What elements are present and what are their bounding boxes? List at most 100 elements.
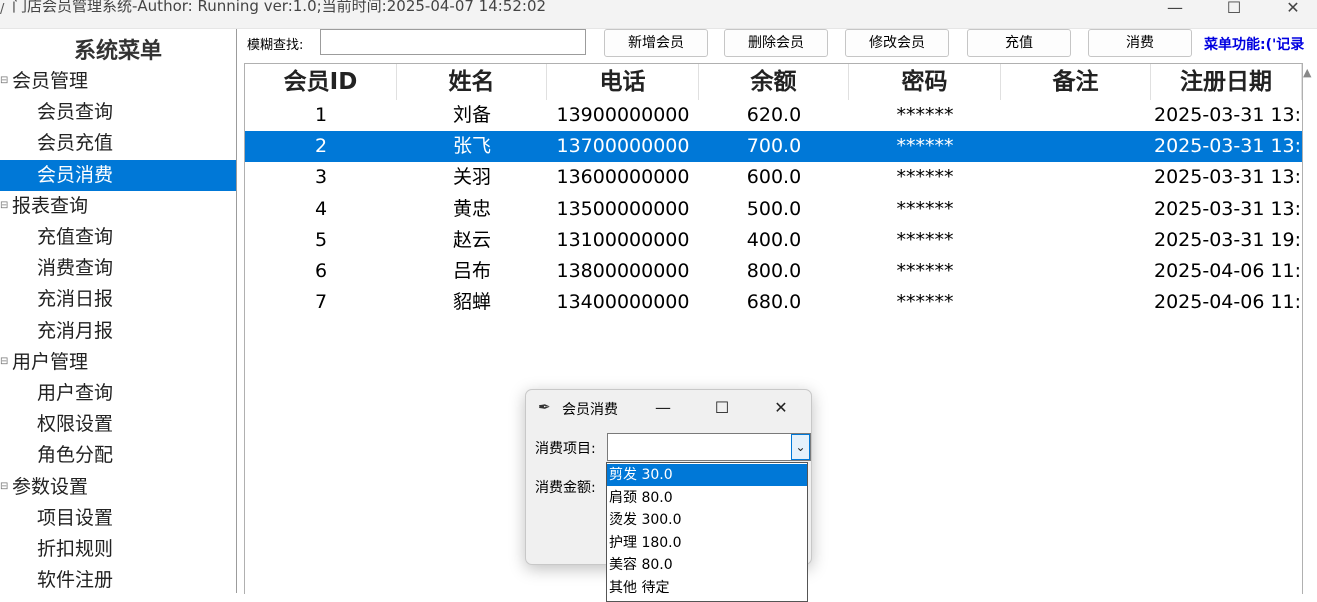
table-header: 会员ID 姓名 电话 余额 密码 备注 注册日期 xyxy=(245,64,1302,100)
dialog-close-button[interactable]: ✕ xyxy=(766,394,796,422)
table-row[interactable]: 5 赵云 13100000000 400.0 ****** 2025-03-31 19: xyxy=(245,225,1302,256)
sidebar-item[interactable]: 会员充值 xyxy=(0,128,236,159)
consume-item-dropdown: 剪发 30.0 肩颈 80.0 烫发 300.0 护理 180.0 美容 80.0 其他 … xyxy=(606,462,808,602)
minimize-button[interactable]: — xyxy=(1152,0,1198,26)
sidebar-group[interactable]: ⊟ 用户管理 xyxy=(0,347,236,378)
table-cell: ****** xyxy=(896,260,954,282)
consume-item-combobox[interactable]: ⌄ xyxy=(607,433,811,461)
table-cell: 13700000000 xyxy=(556,135,690,158)
window-title-bar: / 门店会员管理系统-Author: Running ver:1.0;当前时间:… xyxy=(0,0,1317,29)
table-cell: 2025-03-31 13: xyxy=(1154,104,1302,126)
sidebar-menu: 系统菜单 ⊟ 会员管理 会员查询 会员充值 会员消费 ⊟ 报表查询 充值查询 消费查询 充消日报充… xyxy=(0,29,237,593)
column-header[interactable]: 会员ID xyxy=(245,64,397,100)
column-header[interactable]: 余额 xyxy=(699,64,849,100)
table-cell: 4 xyxy=(314,197,328,220)
recharge-button[interactable]: 充值 xyxy=(967,29,1071,57)
sidebar-item[interactable]: 充消日报 xyxy=(0,284,236,315)
table-cell: 680.0 xyxy=(746,291,802,314)
feather-icon: ✒ xyxy=(538,398,551,416)
table-cell: 2025-04-06 11: xyxy=(1154,291,1302,314)
edit-member-button[interactable]: 修改会员 xyxy=(845,29,949,57)
table-row[interactable]: 4 黄忠 13500000000 500.0 ****** 2025-03-31 13: xyxy=(245,194,1302,225)
sidebar-item[interactable]: 权限设置 xyxy=(0,409,236,440)
table-cell: ****** xyxy=(896,104,954,126)
sidebar-group-label: 报表查询 xyxy=(12,194,89,217)
menu-function-text: 菜单功能:('记录 xyxy=(1204,37,1305,53)
table-row[interactable]: 2 张飞 13700000000 700.0 ****** 2025-03-31 13: xyxy=(245,131,1302,163)
table-cell: 700.0 xyxy=(746,135,802,158)
dropdown-option[interactable]: 肩颈 80.0 xyxy=(607,487,807,509)
column-header[interactable]: 密码 xyxy=(849,64,1001,100)
table-row[interactable]: 7 貂蝉 13400000000 680.0 ****** 2025-04-06 11: xyxy=(245,287,1302,318)
consume-item-label: 消费项目: xyxy=(535,441,596,457)
sidebar-item[interactable]: 会员查询 xyxy=(0,97,236,128)
search-input[interactable] xyxy=(320,29,586,55)
sidebar-item[interactable]: 项目设置 xyxy=(0,503,236,534)
toolbar: 模糊查找: 新增会员 删除会员 修改会员 充值 消费 菜单功能:('记录 xyxy=(237,29,1317,61)
sidebar-group[interactable]: ⊟ 会员管理 xyxy=(0,66,236,97)
column-header[interactable]: 姓名 xyxy=(397,64,547,100)
table-cell: ****** xyxy=(896,135,954,158)
sidebar-item[interactable]: 会员消费 xyxy=(0,159,236,191)
sidebar-item[interactable]: 充消月报 xyxy=(0,316,236,347)
dialog-minimize-button[interactable]: — xyxy=(648,394,678,422)
delete-member-button[interactable]: 删除会员 xyxy=(724,29,828,57)
collapse-icon[interactable]: ⊟ xyxy=(0,66,8,96)
maximize-button[interactable]: ☐ xyxy=(1211,0,1257,26)
table-cell xyxy=(1001,100,1151,131)
table-cell: 刘备 xyxy=(452,104,491,126)
table-cell: 2025-04-06 11: xyxy=(1154,260,1302,282)
sidebar-item[interactable]: 角色分配 xyxy=(0,440,236,471)
dropdown-option[interactable]: 剪发 30.0 xyxy=(607,464,807,486)
search-label: 模糊查找: xyxy=(247,38,304,53)
table-cell xyxy=(1001,256,1151,287)
close-button[interactable]: ✕ xyxy=(1270,0,1316,26)
table-cell: ****** xyxy=(896,291,954,314)
table-cell: 5 xyxy=(314,228,328,251)
table-cell: 貂蝉 xyxy=(452,291,491,314)
sidebar-group[interactable]: ⊟ 参数设置 xyxy=(0,472,236,503)
sidebar-item[interactable]: 用户查询 xyxy=(0,378,236,409)
table-cell: 2025-03-31 13: xyxy=(1154,166,1302,189)
table-cell: 13600000000 xyxy=(556,166,690,189)
table-cell: 7 xyxy=(314,291,328,314)
dropdown-option[interactable]: 护理 180.0 xyxy=(607,532,807,554)
sidebar-item[interactable]: 充值查询 xyxy=(0,222,236,253)
table-cell: 吕布 xyxy=(452,260,491,282)
table-row[interactable]: 1 刘备 13900000000 620.0 ****** 2025-03-31 13: xyxy=(245,100,1302,131)
column-header[interactable]: 备注 xyxy=(1001,64,1151,100)
sidebar-group-label: 用户管理 xyxy=(12,350,89,373)
chevron-down-icon[interactable]: ⌄ xyxy=(791,434,810,460)
collapse-icon[interactable]: ⊟ xyxy=(0,472,8,502)
sidebar-item[interactable]: 折扣规则 xyxy=(0,534,236,565)
table-cell: 13500000000 xyxy=(556,197,690,220)
scroll-up-arrow-icon[interactable]: ▲ xyxy=(1303,66,1311,79)
table-cell: 13100000000 xyxy=(556,228,690,251)
column-header[interactable]: 电话 xyxy=(547,64,699,100)
dialog-maximize-button[interactable]: ☐ xyxy=(707,394,737,422)
dropdown-option[interactable]: 其他 待定 xyxy=(607,577,807,599)
dropdown-option[interactable]: 烫发 300.0 xyxy=(607,509,807,531)
sidebar-item[interactable]: 软件注册 xyxy=(0,565,236,593)
dropdown-option[interactable]: 美容 80.0 xyxy=(607,554,807,576)
table-cell: 500.0 xyxy=(746,197,802,220)
collapse-icon[interactable]: ⊟ xyxy=(0,347,8,377)
table-cell xyxy=(1001,225,1151,256)
sidebar-group-label: 参数设置 xyxy=(12,475,89,498)
table-cell: ****** xyxy=(896,228,954,251)
table-cell: 2 xyxy=(314,135,328,158)
add-member-button[interactable]: 新增会员 xyxy=(604,29,708,57)
table-row[interactable]: 6 吕布 13800000000 800.0 ****** 2025-04-06 11: xyxy=(245,256,1302,287)
table-cell: 3 xyxy=(314,166,328,189)
table-cell xyxy=(1001,194,1151,225)
collapse-icon[interactable]: ⊟ xyxy=(0,191,8,221)
sidebar-group[interactable]: ⊟ 报表查询 xyxy=(0,191,236,222)
table-cell: 13800000000 xyxy=(556,260,690,282)
table-cell: 2025-03-31 19: xyxy=(1154,228,1302,251)
consume-button[interactable]: 消费 xyxy=(1088,29,1192,57)
column-header[interactable]: 注册日期 xyxy=(1151,64,1302,100)
sidebar-item[interactable]: 消费查询 xyxy=(0,253,236,284)
table-cell: 800.0 xyxy=(746,260,802,282)
table-row[interactable]: 3 关羽 13600000000 600.0 ****** 2025-03-31 13: xyxy=(245,162,1302,193)
table-cell xyxy=(1001,162,1151,193)
